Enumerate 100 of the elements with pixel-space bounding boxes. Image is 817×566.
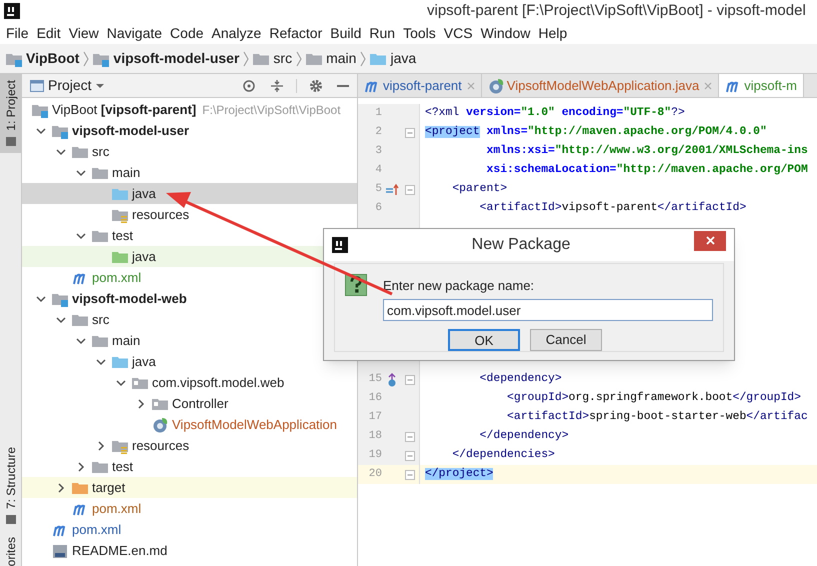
fold-marker-icon[interactable] (405, 432, 415, 442)
separator-icon (296, 50, 302, 66)
line-number: 4 (374, 163, 382, 178)
close-button[interactable] (694, 230, 726, 251)
app-logo-icon (332, 236, 348, 253)
locate-icon[interactable] (242, 78, 256, 92)
package-name-field[interactable]: com.vipsoft.model.user (383, 299, 713, 321)
chevron-down-icon[interactable] (56, 314, 66, 324)
override-marker-icon[interactable] (385, 182, 399, 196)
breadcrumb-item[interactable]: java (390, 48, 416, 69)
menu-item[interactable]: Tools (399, 22, 440, 44)
chevron-right-icon[interactable] (136, 398, 146, 408)
path-label: F:\Project\VipSoft\VipBoot (202, 102, 341, 118)
chevron-down-icon[interactable] (76, 168, 86, 178)
ok-button[interactable]: OK (448, 329, 520, 351)
line-number: 15 (368, 372, 382, 388)
tree-item[interactable]: com.vipsoft.model.web (22, 372, 357, 393)
breadcrumb-item[interactable]: VipBoot (26, 48, 80, 69)
menu-item[interactable]: Analyze (208, 22, 266, 44)
menu-item[interactable]: Refactor (265, 22, 326, 44)
app-logo-icon (4, 3, 20, 19)
tool-window-tab[interactable]: 1: Project (0, 74, 21, 153)
chevron-down-icon[interactable] (36, 294, 46, 304)
tree-item[interactable]: VipBoot [vipsoft-parent] F:\Project\VipSoft\VipBoot (22, 99, 357, 120)
chevron-right-icon[interactable] (96, 440, 106, 450)
line-number: 18 (368, 429, 382, 444)
tree-item[interactable]: VipsoftModelWebApplication (22, 414, 357, 435)
dropdown-caret-icon[interactable] (96, 82, 104, 88)
tree-item[interactable]: resources (22, 204, 357, 225)
line-number: 3 (374, 144, 382, 160)
chevron-right-icon[interactable] (56, 482, 66, 492)
menu-item[interactable]: Window (476, 22, 534, 44)
code-line: xsi:schemaLocation="http://maven.apache.org/POM (486, 162, 808, 178)
fold-marker-icon[interactable] (405, 470, 415, 480)
tree-item[interactable]: target (22, 477, 357, 498)
tree-item[interactable]: src (22, 309, 357, 330)
menu-item[interactable]: File (2, 22, 33, 44)
fold-marker-icon[interactable] (405, 184, 415, 194)
code-line: <parent> (451, 182, 508, 197)
chevron-down-icon[interactable] (116, 378, 126, 388)
settings-icon[interactable] (309, 78, 323, 92)
line-number: 1 (374, 106, 382, 122)
tree-item[interactable]: pom.xml (22, 519, 357, 540)
tree-item[interactable]: main (22, 330, 357, 351)
tree-item[interactable]: pom.xml (22, 267, 357, 288)
menu-item[interactable]: Build (326, 22, 366, 44)
fold-marker-icon[interactable] (405, 128, 415, 138)
fold-marker-icon[interactable] (405, 450, 415, 460)
tree-item[interactable]: vipsoft-model-web (22, 288, 357, 309)
menu-item[interactable]: Run (365, 22, 400, 44)
chevron-down-icon[interactable] (76, 336, 86, 346)
line-number: 16 (368, 391, 382, 406)
separator-icon (83, 50, 90, 66)
breadcrumb-item[interactable]: main (326, 48, 356, 69)
line-number: 2 (374, 125, 382, 140)
tree-item[interactable]: test (22, 225, 357, 246)
tree-item[interactable]: main (22, 162, 357, 183)
tree-item[interactable]: pom.xml (22, 498, 357, 519)
line-number: 20 (368, 467, 382, 482)
tree-item[interactable]: test (22, 456, 357, 477)
collapse-all-icon[interactable] (270, 78, 284, 92)
tool-window-icon (4, 512, 16, 525)
dialog-title: New Package (470, 234, 572, 255)
menu-item[interactable]: Help (534, 22, 572, 44)
chevron-right-icon[interactable] (76, 462, 86, 472)
menu-item[interactable]: Code (166, 22, 208, 44)
menu-item[interactable]: Navigate (102, 22, 166, 44)
tool-window-icon (4, 134, 16, 147)
tree-item[interactable]: README.en.md (22, 540, 357, 561)
tree-item[interactable]: java (22, 351, 357, 372)
class-icon (152, 416, 168, 432)
chevron-down-icon[interactable] (76, 230, 86, 240)
tree-item[interactable]: vipsoft-model-user (22, 120, 357, 141)
code-line: </dependency> (478, 428, 569, 444)
window-title: vipsoft-parent [F:\Project\VipSoft\VipBoot] - vipsoft-model (427, 0, 806, 21)
tool-window-tab[interactable]: orites (0, 530, 21, 566)
tool-window-tab[interactable]: 7: Structure (0, 440, 21, 531)
breadcrumb-item[interactable]: src (273, 48, 292, 69)
chevron-down-icon[interactable] (56, 146, 66, 156)
code-line: </dependencies> (451, 448, 555, 463)
menu-item[interactable]: View (64, 22, 103, 44)
panel-title[interactable]: Project (48, 75, 92, 96)
tree-item[interactable]: Controller (22, 393, 357, 414)
breadcrumb-item[interactable]: vipsoft-model-user (113, 48, 240, 69)
code-line: <artifactId>spring-boot-starter-web</artifac (506, 410, 808, 425)
line-number: 6 (374, 201, 382, 216)
menu-item[interactable]: Edit (32, 22, 65, 44)
close-icon (706, 236, 714, 246)
tree-item[interactable]: src (22, 141, 357, 162)
code-line: <groupId>org.springframework.boot</groupId> (506, 390, 801, 406)
cancel-button[interactable]: Cancel (530, 329, 602, 351)
menu-item[interactable]: VCS (440, 22, 477, 44)
editor-tab[interactable]: vipsoft-m (719, 74, 804, 97)
tree-item[interactable]: resources (22, 435, 357, 456)
fold-marker-icon[interactable] (405, 374, 415, 384)
code-line: <dependency> (478, 372, 562, 387)
chevron-down-icon[interactable] (96, 356, 106, 366)
class-icon (488, 78, 504, 94)
chevron-down-icon[interactable] (36, 126, 46, 136)
tree-item[interactable]: java (22, 183, 357, 204)
